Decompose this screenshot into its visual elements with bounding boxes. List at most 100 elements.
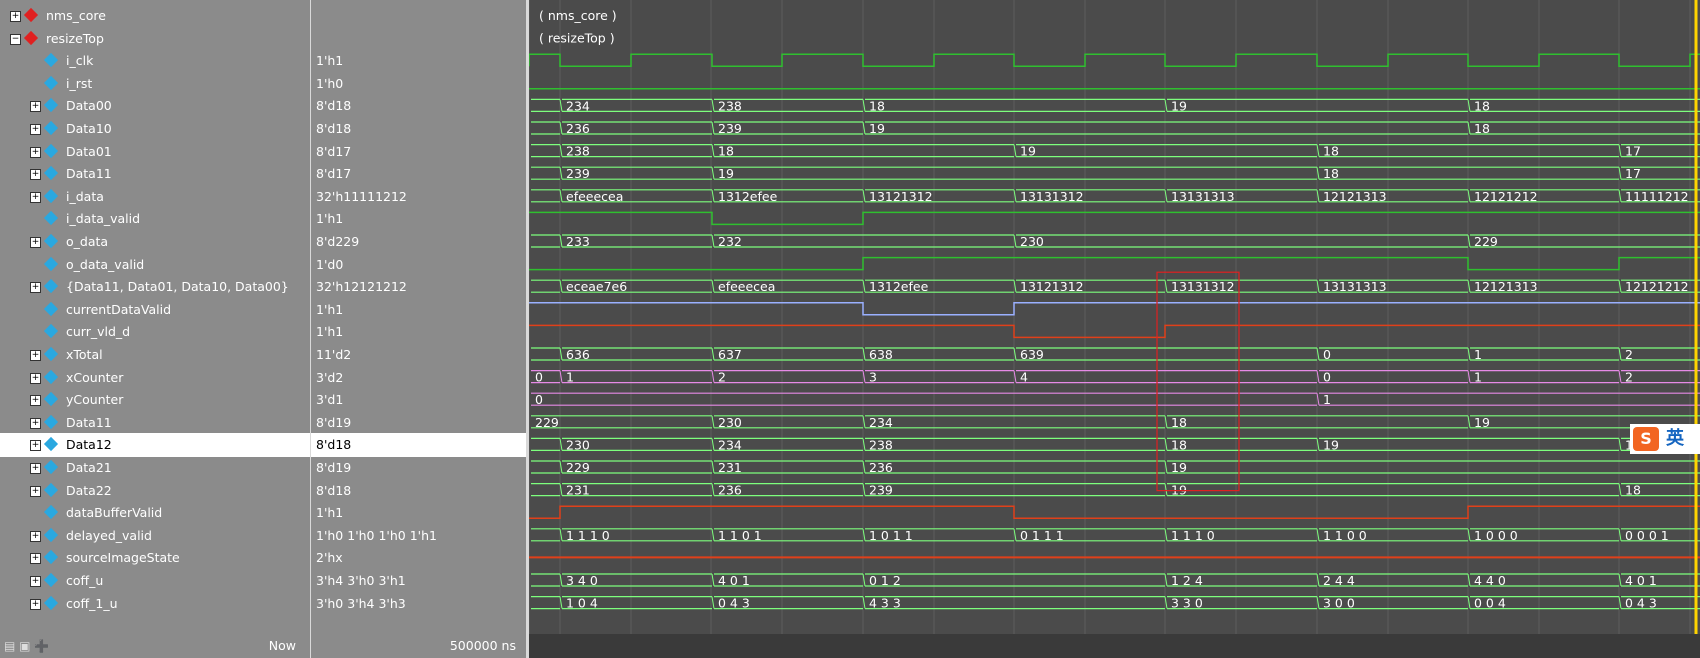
- signal-row[interactable]: dataBufferValid: [0, 501, 310, 525]
- bus-transition: [711, 234, 715, 248]
- signal-row[interactable]: − resizeTop: [0, 27, 310, 51]
- bus-value-label: 229: [535, 415, 559, 430]
- signal-row[interactable]: i_rst: [0, 72, 310, 96]
- signal-row[interactable]: + Data12: [0, 433, 310, 458]
- signal-value-row[interactable]: 8'd229: [311, 230, 526, 254]
- signal-value-row[interactable]: 3'h0 3'h4 3'h3: [311, 592, 526, 616]
- signal-row[interactable]: + {Data11, Data01, Data10, Data00}: [0, 275, 310, 299]
- waveform-pane[interactable]: ( nms_core )( resizeTop ) 234 238 18 19 18 236…: [529, 0, 1700, 634]
- signal-value-row[interactable]: 8'd17: [311, 140, 526, 164]
- signal-value-row[interactable]: 3'h4 3'h0 3'h1: [311, 569, 526, 593]
- expand-toggle-icon[interactable]: +: [30, 191, 41, 203]
- bus-value-label: 4 0 1: [718, 573, 750, 588]
- bus-value-label: 19: [1020, 144, 1036, 159]
- signal-value-row[interactable]: 32'h12121212: [311, 275, 526, 299]
- bus-value-label: 229: [1474, 234, 1498, 249]
- signal-row[interactable]: + o_data: [0, 230, 310, 254]
- signal-row[interactable]: + delayed_valid: [0, 524, 310, 548]
- signal-value-row[interactable]: 11'd2: [311, 343, 526, 367]
- expand-toggle-icon[interactable]: +: [30, 124, 41, 135]
- signal-row[interactable]: + i_data: [0, 185, 310, 209]
- signal-icon: [43, 592, 62, 616]
- expand-toggle-icon[interactable]: +: [30, 440, 41, 452]
- signal-name: currentDataValid: [66, 301, 172, 317]
- signal-row[interactable]: + nms_core: [0, 4, 310, 28]
- signal-value-row[interactable]: 8'd19: [311, 411, 526, 435]
- signal-value-row[interactable]: 1'h1: [311, 207, 526, 231]
- expand-toggle-icon[interactable]: +: [30, 553, 41, 565]
- signal-value-row[interactable]: 8'd18: [311, 433, 526, 458]
- signal-row[interactable]: + xCounter: [0, 366, 310, 390]
- signal-icon: [43, 140, 62, 164]
- signal-row[interactable]: + Data21: [0, 456, 310, 480]
- signal-value-row[interactable]: 2'hx: [311, 546, 526, 570]
- expand-toggle-icon[interactable]: +: [30, 237, 41, 248]
- signal-row[interactable]: i_clk: [0, 49, 310, 73]
- signal-value-row[interactable]: 1'h1: [311, 320, 526, 344]
- signal-value-row[interactable]: 8'd17: [311, 162, 526, 186]
- bus-value-label: 3 0 0: [1323, 596, 1355, 611]
- signal-row[interactable]: + xTotal: [0, 343, 310, 367]
- bus-value-label: 18: [1171, 415, 1187, 430]
- bus-transition: [711, 121, 715, 135]
- signal-row[interactable]: currentDataValid: [0, 298, 310, 322]
- expand-toggle-icon[interactable]: −: [10, 33, 21, 45]
- signal-icon: [43, 230, 62, 254]
- signal-value-row[interactable]: 8'd18: [311, 94, 526, 118]
- signal-value-row[interactable]: [311, 27, 526, 51]
- bus-value-label: 18: [1323, 166, 1339, 181]
- signal-value-row[interactable]: 1'h1: [311, 501, 526, 525]
- ime-indicator[interactable]: S 英: [1630, 424, 1700, 454]
- signal-name: i_data: [66, 188, 104, 204]
- signal-row[interactable]: + coff_u: [0, 569, 310, 593]
- signal-value-row[interactable]: [311, 4, 526, 28]
- bus-value-label: 4 0 1: [1625, 573, 1657, 588]
- signal-value-row[interactable]: 1'd0: [311, 253, 526, 277]
- signal-value-row[interactable]: 8'd18: [311, 479, 526, 503]
- toolbar-icons[interactable]: ▤ ▣ ➕: [4, 634, 49, 658]
- signal-row[interactable]: o_data_valid: [0, 253, 310, 277]
- signal-row[interactable]: + coff_1_u: [0, 592, 310, 616]
- signal-row[interactable]: + Data11: [0, 411, 310, 435]
- expand-toggle-icon[interactable]: +: [30, 395, 41, 407]
- signal-value-row[interactable]: 1'h1: [311, 49, 526, 73]
- expand-toggle-icon[interactable]: +: [30, 146, 41, 158]
- expand-toggle-icon[interactable]: +: [30, 101, 41, 113]
- signal-row[interactable]: + Data00: [0, 94, 310, 118]
- signal-value-row[interactable]: 1'h0: [311, 72, 526, 96]
- bus-value-label: 232: [718, 234, 742, 249]
- expand-toggle-icon[interactable]: +: [30, 372, 41, 384]
- expand-toggle-icon[interactable]: +: [30, 576, 41, 587]
- signal-name: yCounter: [66, 392, 124, 408]
- expand-toggle-icon[interactable]: +: [30, 598, 41, 610]
- expand-toggle-icon[interactable]: +: [10, 11, 21, 22]
- expand-toggle-icon[interactable]: +: [30, 485, 41, 497]
- signal-value-row[interactable]: 3'd1: [311, 388, 526, 412]
- timeline-ruler[interactable]: [529, 634, 1700, 658]
- signal-value-row[interactable]: 1'h0 1'h0 1'h0 1'h1: [311, 524, 526, 548]
- signal-value-row[interactable]: 3'd2: [311, 366, 526, 390]
- signal-row[interactable]: + Data01: [0, 140, 310, 164]
- signal-row[interactable]: + Data10: [0, 117, 310, 141]
- signal-name: sourceImageState: [66, 550, 180, 566]
- signal-value-row[interactable]: 8'd18: [311, 117, 526, 141]
- signal-row[interactable]: curr_vld_d: [0, 320, 310, 344]
- signal-value-row[interactable]: 32'h11111212: [311, 185, 526, 209]
- signal-row[interactable]: i_data_valid: [0, 207, 310, 231]
- signal-value-row[interactable]: 8'd19: [311, 456, 526, 480]
- signal-value: 8'd18: [316, 482, 352, 498]
- waveform-canvas[interactable]: ( nms_core )( resizeTop )234 238 18 19 18236…: [529, 0, 1700, 634]
- expand-toggle-icon[interactable]: +: [30, 530, 41, 542]
- signal-row[interactable]: + Data11: [0, 162, 310, 186]
- bus-value-label: 13131313: [1323, 279, 1387, 294]
- signal-row[interactable]: + sourceImageState: [0, 546, 310, 570]
- expand-toggle-icon[interactable]: +: [30, 417, 41, 429]
- expand-toggle-icon[interactable]: +: [30, 282, 41, 294]
- expand-toggle-icon[interactable]: +: [30, 169, 41, 181]
- signal-row[interactable]: + Data22: [0, 479, 310, 503]
- expand-toggle-icon[interactable]: +: [30, 463, 41, 474]
- bus-value-label: 2: [1625, 347, 1633, 362]
- signal-row[interactable]: + yCounter: [0, 388, 310, 412]
- expand-toggle-icon[interactable]: +: [30, 350, 41, 361]
- signal-value-row[interactable]: 1'h1: [311, 298, 526, 322]
